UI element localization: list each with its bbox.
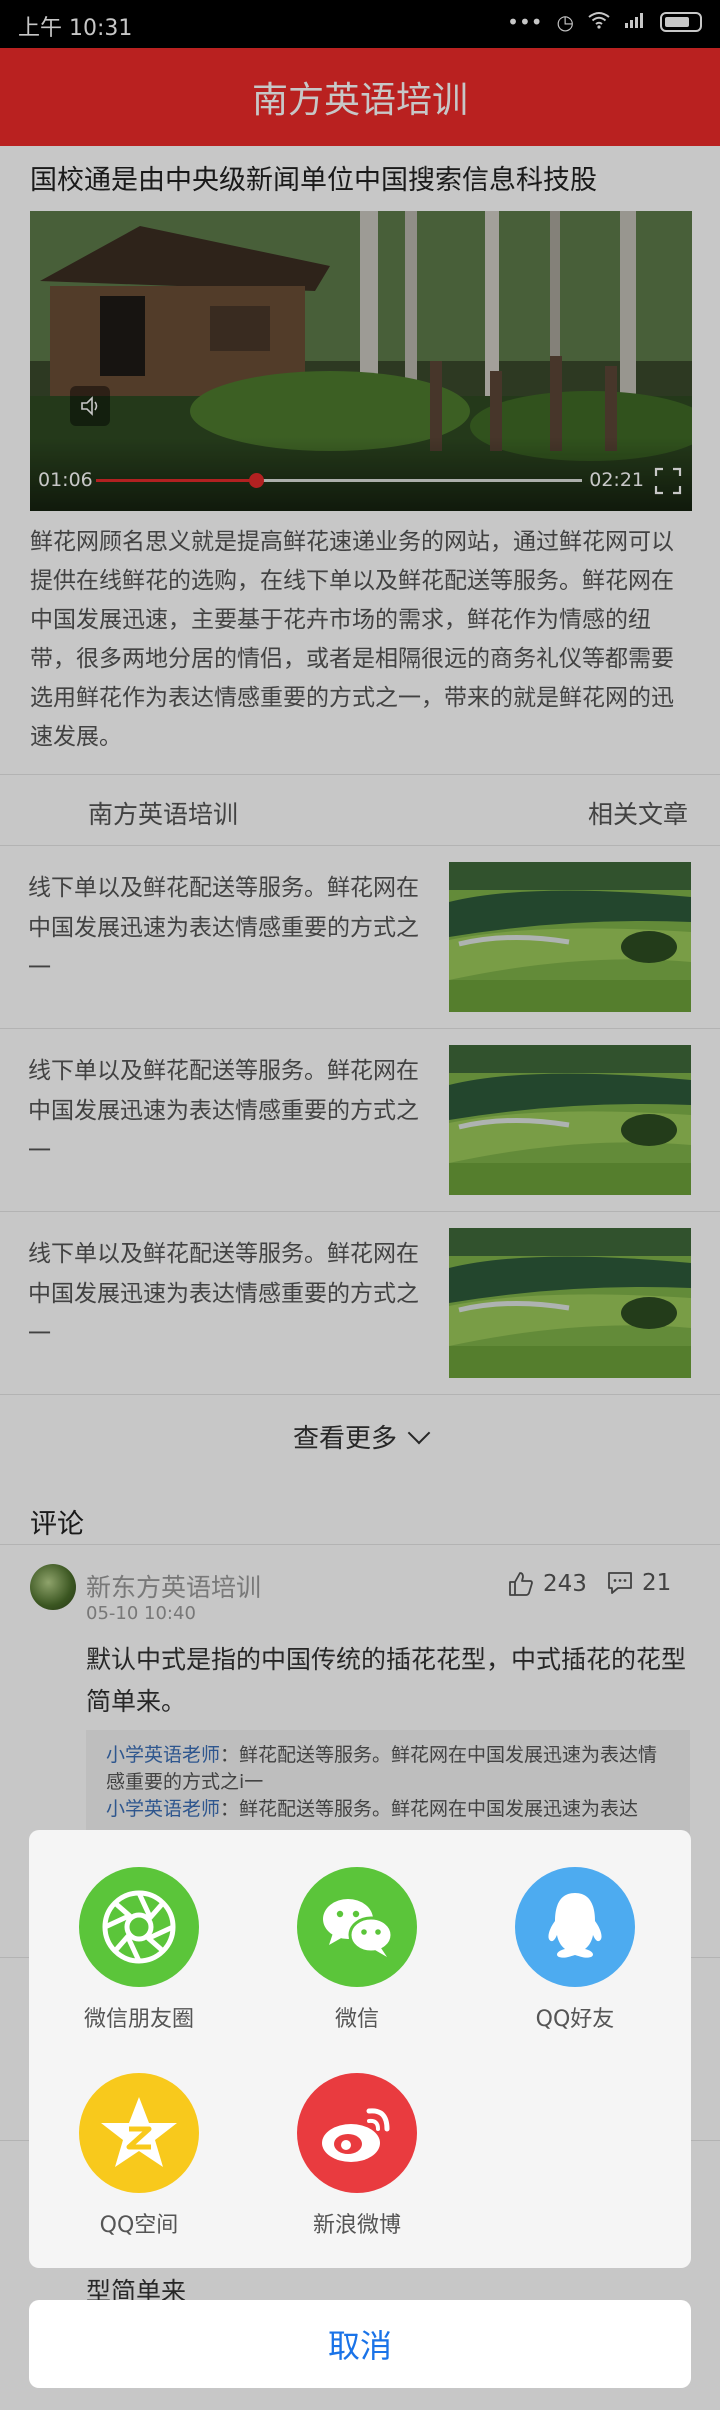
share-weibo[interactable]: 新浪微博 [277, 2073, 437, 2239]
wechat-moments-icon [79, 1867, 199, 1987]
share-qq[interactable]: QQ好友 [495, 1867, 655, 2033]
share-label: QQ好友 [535, 2007, 615, 2032]
share-label: QQ空间 [99, 2213, 179, 2238]
share-wechat[interactable]: 微信 [277, 1867, 437, 2033]
qzone-icon [79, 2073, 199, 2193]
share-sheet: 微信朋友圈 微信 QQ好友 QQ空间 新浪微博 [29, 1830, 691, 2268]
cancel-button[interactable]: 取消 [29, 2300, 691, 2388]
share-qzone[interactable]: QQ空间 [59, 2073, 219, 2239]
wechat-icon [297, 1867, 417, 1987]
share-label: 微信朋友圈 [83, 2007, 194, 2032]
share-wechat-moments[interactable]: 微信朋友圈 [59, 1867, 219, 2033]
share-label: 新浪微博 [312, 2213, 401, 2238]
share-label: 微信 [334, 2007, 379, 2032]
qq-icon [515, 1867, 635, 1987]
weibo-icon [297, 2073, 417, 2193]
